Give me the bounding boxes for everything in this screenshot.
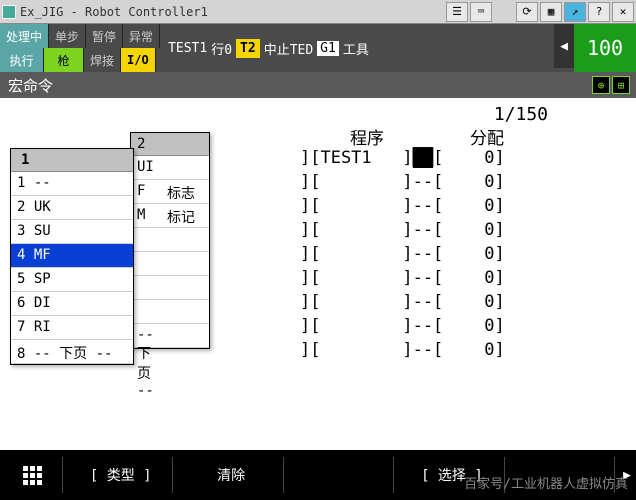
status-step: 单步 — [49, 24, 86, 48]
status-io: I/O — [121, 48, 156, 72]
table-row[interactable]: ][ ]--[ 0] — [300, 266, 505, 290]
toolbar-btn-2[interactable]: ⌨ — [470, 2, 492, 22]
menu-item[interactable]: M标记 — [131, 204, 209, 228]
table-row[interactable]: ][ ]--[ 0] — [300, 242, 505, 266]
submenu-2-header: 2 — [131, 133, 209, 156]
main-area: 1/150 程序 分配 ][TEST1 ]██[ 0]][ ]--[ 0]][ … — [0, 98, 636, 450]
t2-badge: T2 — [236, 39, 260, 58]
menu-item[interactable]: 1 -- — [11, 172, 133, 196]
menu-item[interactable]: 7 RI — [11, 316, 133, 340]
status-processing: 处理中 — [0, 24, 49, 48]
status-pause: 暂停 — [86, 24, 123, 48]
prev-page-button[interactable]: ◀ — [554, 24, 574, 68]
app-icon — [2, 5, 16, 19]
data-rows: ][TEST1 ]██[ 0]][ ]--[ 0]][ ]--[ 0]][ ]-… — [300, 146, 505, 362]
halt-label: 中止TED — [264, 39, 313, 58]
submenu-1: 1 1 --2 UK3 SU4 MF5 SP6 DI7 RI8 -- 下页 -- — [10, 148, 134, 365]
toolbar-btn-1[interactable]: ☰ — [446, 2, 468, 22]
status-fault: 异常 — [123, 24, 160, 48]
tool-label: 工具 — [343, 39, 369, 58]
speed-value[interactable]: 100 — [574, 24, 636, 72]
section-header: 宏命令 ⊕ ⊞ — [0, 72, 636, 98]
watermark: 百家号/工业机器人虚拟仿真 — [464, 473, 628, 492]
menu-item[interactable]: 6 DI — [11, 292, 133, 316]
status-bar: 处理中 单步 暂停 异常 执行 枪 焊接 I/O TEST1 行0 T2 中止T… — [0, 24, 636, 72]
status-info: TEST1 行0 T2 中止TED G1 工具 — [160, 24, 554, 72]
menu-item[interactable]: F标志 — [131, 180, 209, 204]
table-row[interactable]: ][TEST1 ]██[ 0] — [300, 146, 505, 170]
apps-button[interactable] — [3, 457, 63, 493]
menu-item[interactable]: 5 SP — [11, 268, 133, 292]
table-row[interactable]: ][ ]--[ 0] — [300, 170, 505, 194]
footer-btn-3[interactable] — [290, 457, 394, 493]
table-row[interactable]: ][ ]--[ 0] — [300, 314, 505, 338]
table-row[interactable]: ][ ]--[ 0] — [300, 338, 505, 362]
submenu-1-header: 1 — [11, 149, 133, 172]
g1-badge: G1 — [317, 41, 339, 56]
menu-item[interactable] — [131, 300, 209, 324]
menu-item[interactable] — [131, 228, 209, 252]
close-icon[interactable]: ✕ — [612, 2, 634, 22]
table-row[interactable]: ][ ]--[ 0] — [300, 218, 505, 242]
toolbar-btn-4[interactable]: ▦ — [540, 2, 562, 22]
grid-icon[interactable]: ⊞ — [612, 76, 630, 94]
add-icon[interactable]: ⊕ — [592, 76, 610, 94]
menu-item[interactable]: -- 下页 -- — [131, 324, 209, 348]
program-name: TEST1 — [168, 41, 207, 56]
window-titlebar: Ex_JIG - Robot Controller1 ☰ ⌨ ⟳ ▦ ↗ ? ✕ — [0, 0, 636, 24]
menu-item[interactable]: UI — [131, 156, 209, 180]
table-row[interactable]: ][ ]--[ 0] — [300, 290, 505, 314]
window-title: Ex_JIG - Robot Controller1 — [20, 5, 446, 19]
line-label: 行0 — [211, 39, 232, 58]
status-weld: 焊接 — [84, 48, 121, 72]
status-gun: 枪 — [44, 48, 84, 72]
toolbar-btn-5[interactable]: ↗ — [564, 2, 586, 22]
section-title: 宏命令 — [8, 75, 53, 96]
menu-item[interactable]: 4 MF — [11, 244, 133, 268]
table-row[interactable]: ][ ]--[ 0] — [300, 194, 505, 218]
menu-item[interactable] — [131, 276, 209, 300]
refresh-icon[interactable]: ⟳ — [516, 2, 538, 22]
help-icon[interactable]: ? — [588, 2, 610, 22]
menu-item[interactable]: 2 UK — [11, 196, 133, 220]
type-button[interactable]: [ 类型 ] — [69, 457, 173, 493]
menu-item[interactable]: 3 SU — [11, 220, 133, 244]
page-count: 1/150 — [494, 104, 548, 125]
submenu-2: 2 UIF标志M标记 -- 下页 -- — [130, 132, 210, 349]
menu-item[interactable] — [131, 252, 209, 276]
status-run: 执行 — [0, 48, 44, 72]
clear-button[interactable]: 清除 — [179, 457, 283, 493]
menu-item[interactable]: 8 -- 下页 -- — [11, 340, 133, 364]
